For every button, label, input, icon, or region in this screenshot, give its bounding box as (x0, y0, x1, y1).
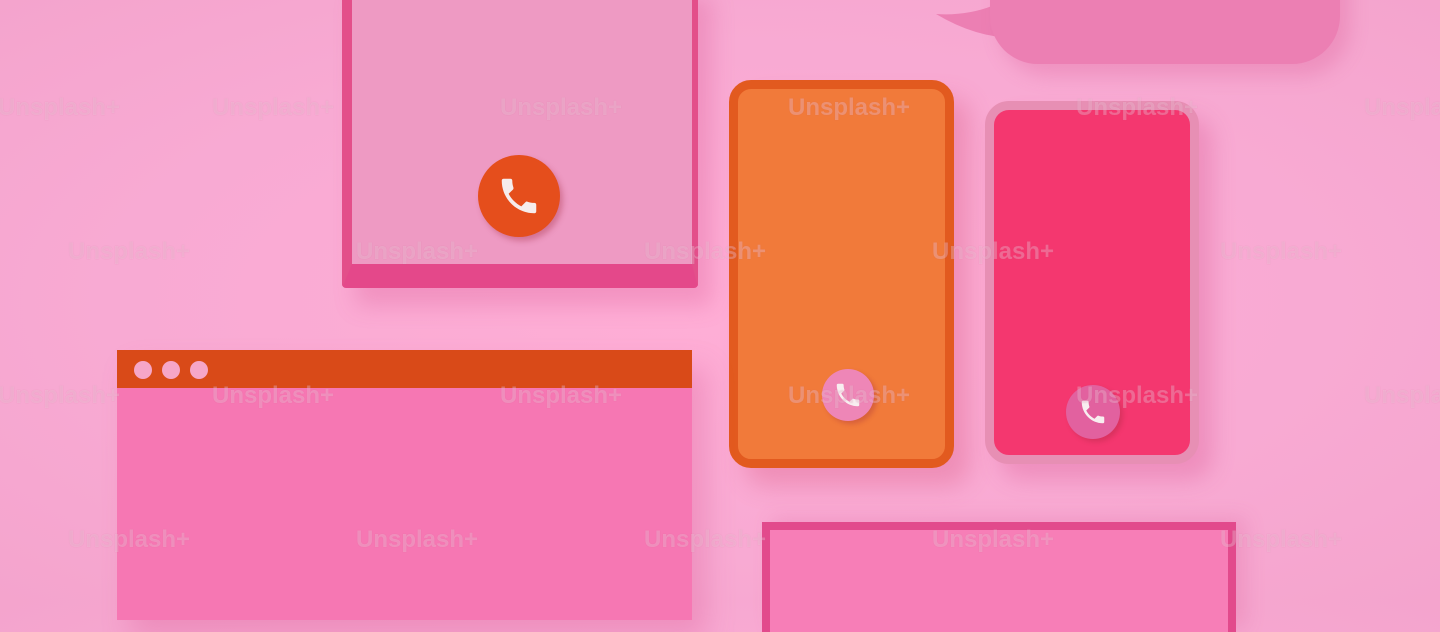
watermark-text: Unsplash+ (1364, 94, 1440, 121)
phone-handset-icon (836, 383, 860, 407)
call-button[interactable] (1066, 385, 1120, 439)
watermark-text: Unsplash+ (212, 94, 335, 121)
call-button[interactable] (822, 369, 874, 421)
watermark-text: Unsplash+ (1220, 238, 1343, 265)
call-button[interactable] (478, 155, 560, 237)
phone-handset-icon (1081, 400, 1105, 424)
watermark-text: Unsplash+ (0, 94, 121, 121)
watermark-text: Unsplash+ (1364, 382, 1440, 409)
window-dot-icon (134, 361, 152, 379)
scene: Unsplash+ Unsplash+ Unsplash+ Unsplash+ … (0, 0, 1440, 632)
watermark-text: Unsplash+ (68, 238, 191, 265)
browser-window (117, 350, 692, 620)
bottom-tablet-device (762, 522, 1236, 632)
tablet-device (342, 0, 698, 288)
speech-bubble-icon (990, 0, 1340, 64)
window-dot-icon (190, 361, 208, 379)
phone-handset-icon (501, 178, 537, 214)
window-dot-icon (162, 361, 180, 379)
watermark-text: Unsplash+ (1220, 526, 1343, 553)
watermark-text: Unsplash+ (0, 382, 121, 409)
browser-title-bar (117, 350, 692, 388)
